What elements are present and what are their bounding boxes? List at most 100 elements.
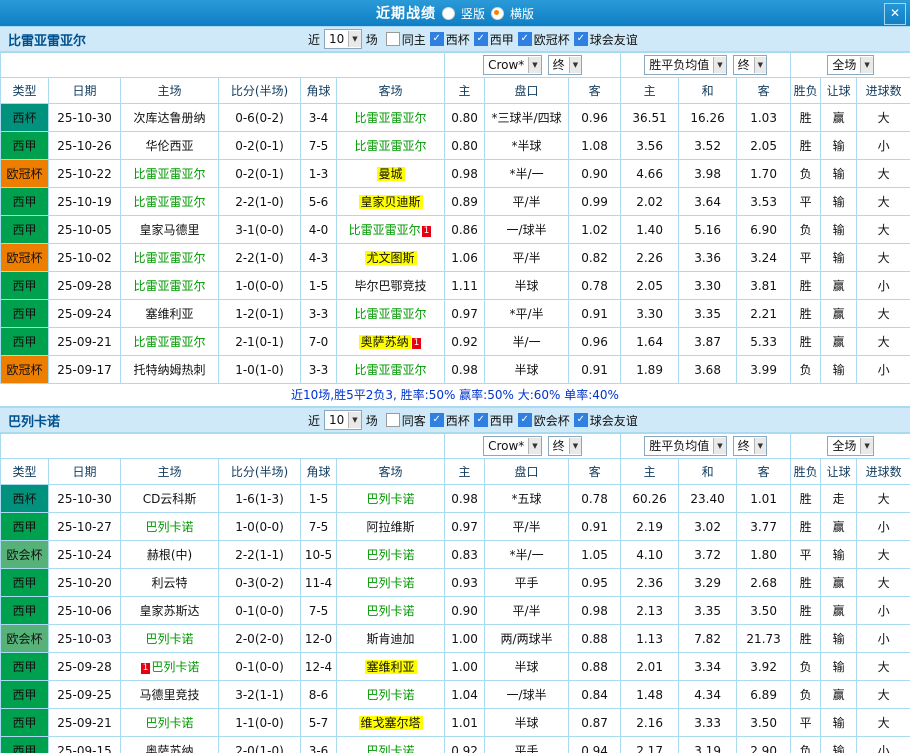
title-bar: 近期战绩 竖版 横版 ✕ [0, 0, 910, 26]
result-cell: 胜 [790, 271, 822, 300]
checkbox-checked-icon[interactable]: ✓ [573, 32, 588, 46]
handicap-cell: 半/一 [484, 327, 570, 356]
filter-checkbox[interactable]: ✓ 欧会杯 [517, 412, 570, 429]
match-date: 25-09-25 [48, 680, 121, 709]
match-count-select[interactable]: 10 ▼ [324, 29, 362, 49]
checkbox-checked-icon[interactable]: ✓ [429, 413, 444, 427]
league-badge: 西甲 [0, 271, 49, 300]
away-team-cell: 尤文图斯 [335, 243, 446, 272]
checkbox-checked-icon[interactable]: ✓ [429, 32, 444, 46]
match-date: 25-10-03 [48, 624, 121, 653]
avg-draw-cell: 3.29 [678, 568, 738, 597]
bookmaker-select[interactable]: Crow* ▼ [483, 55, 542, 75]
home-odds-cell: 0.98 [444, 159, 486, 188]
goals-result-cell: 大 [856, 299, 910, 328]
away-team-cell: 比雷亚雷亚尔 [335, 299, 446, 328]
corners-cell: 1-3 [300, 159, 337, 188]
checkbox-checked-icon[interactable]: ✓ [573, 413, 588, 427]
away-odds-cell: 0.88 [568, 652, 622, 681]
match-row: 西甲 25-10-27 巴列卡诺 1-0(0-0) 7-5 阿拉维斯 0.97 平/半 0.91… [0, 512, 910, 541]
average-final-select[interactable]: 终 ▼ [732, 436, 767, 456]
match-date: 25-10-30 [48, 103, 121, 132]
match-row: 欧会杯 25-10-03 巴列卡诺 2-0(2-0) 12-0 斯肯迪加 1.00 两/两球半… [0, 624, 910, 653]
filter-checkbox-label: 球会友谊 [589, 413, 638, 428]
team-name: 利云特 [151, 576, 188, 590]
checkbox-checked-icon[interactable]: ✓ [473, 32, 488, 46]
home-odds-cell: 0.98 [444, 355, 486, 384]
corners-cell: 7-5 [300, 596, 337, 625]
filter-checkbox[interactable]: ✓ 球会友谊 [573, 31, 638, 48]
result-cell: 胜 [790, 103, 822, 132]
scope-select[interactable]: 全场 ▼ [827, 436, 874, 456]
handicap-result-cell: 赢 [820, 103, 858, 132]
avg-away-cell: 3.77 [736, 512, 792, 541]
goals-result-cell: 小 [856, 512, 910, 541]
column-header: 盘口 [484, 458, 570, 485]
result-cell: 胜 [790, 484, 822, 513]
avg-draw-cell: 7.82 [678, 624, 738, 653]
filter-checkbox[interactable]: ✓ 西杯 [429, 412, 470, 429]
average-final-select[interactable]: 终 ▼ [732, 55, 767, 75]
handicap-result-cell: 输 [820, 159, 858, 188]
filter-checkbox[interactable]: ✓ 西甲 [473, 31, 514, 48]
bookmaker-select[interactable]: Crow* ▼ [483, 436, 542, 456]
team-name: 次库达鲁册纳 [133, 111, 206, 125]
avg-away-cell: 3.99 [736, 355, 792, 384]
summary-row: 近10场,胜5平2负3, 胜率:50% 赢率:50% 大:60% 单率:40% [0, 384, 910, 407]
handicap-result-cell: 输 [820, 187, 858, 216]
avg-draw-cell: 3.87 [678, 327, 738, 356]
corners-cell: 1-5 [300, 484, 337, 513]
avg-home-cell: 2.05 [620, 271, 680, 300]
filter-checkbox-label: 西甲 [489, 413, 514, 428]
close-button[interactable]: ✕ [884, 3, 906, 25]
away-odds-cell: 0.88 [568, 624, 622, 653]
avg-away-cell: 2.05 [736, 131, 792, 160]
match-row: 西杯 25-10-30 CD云科斯 1-6(1-3) 1-5 巴列卡诺 0.98 *五球 0.7… [0, 484, 910, 513]
avg-draw-cell: 3.19 [678, 736, 738, 753]
team-name: 比雷亚雷亚尔 [133, 251, 206, 265]
avg-home-cell: 2.13 [620, 596, 680, 625]
filter-checkbox[interactable]: ✓ 西甲 [473, 412, 514, 429]
checkbox-checked-icon[interactable]: ✓ [517, 32, 532, 46]
column-header: 进球数 [856, 77, 910, 104]
home-odds-cell: 0.80 [444, 131, 486, 160]
checkbox-checked-icon[interactable]: ✓ [517, 413, 532, 427]
average-select[interactable]: 胜平负均值 ▼ [644, 436, 727, 456]
avg-home-cell: 60.26 [620, 484, 680, 513]
vertical-layout-label[interactable]: 竖版 [461, 5, 485, 22]
match-row: 欧冠杯 25-10-02 比雷亚雷亚尔 2-2(1-0) 4-3 尤文图斯 1.06 平/半 0… [0, 243, 910, 272]
scope-selector-cell: 全场 ▼ [790, 52, 910, 78]
corners-cell: 12-4 [300, 652, 337, 681]
filter-checkbox[interactable]: 同主 [385, 31, 426, 48]
league-badge: 西甲 [0, 680, 49, 709]
bookmaker-final-select[interactable]: 终 ▼ [547, 55, 583, 75]
match-date: 25-10-06 [48, 596, 121, 625]
avg-home-cell: 2.16 [620, 708, 680, 737]
filter-checkbox[interactable]: ✓ 球会友谊 [573, 412, 638, 429]
checkbox-checked-icon[interactable]: ✓ [473, 413, 488, 427]
handicap-result-cell: 输 [820, 652, 858, 681]
result-cell: 负 [790, 680, 822, 709]
away-team-cell: 巴列卡诺 [335, 540, 446, 569]
checkbox-unchecked-icon[interactable] [385, 32, 400, 46]
average-select[interactable]: 胜平负均值 ▼ [644, 55, 727, 75]
checkbox-unchecked-icon[interactable] [385, 413, 400, 427]
horizontal-layout-label[interactable]: 横版 [510, 5, 534, 22]
bookmaker-final-select[interactable]: 终 ▼ [547, 436, 583, 456]
handicap-cell: 两/两球半 [484, 624, 570, 653]
vertical-layout-radio[interactable] [441, 6, 455, 20]
horizontal-layout-radio[interactable] [491, 6, 504, 20]
filter-checkbox[interactable]: ✓ 欧冠杯 [517, 31, 570, 48]
filter-checkbox[interactable]: ✓ 西杯 [429, 31, 470, 48]
match-count-select[interactable]: 10 ▼ [324, 410, 362, 430]
scope-select[interactable]: 全场 ▼ [827, 55, 874, 75]
away-odds-cell: 1.08 [568, 131, 622, 160]
filter-checkbox-label: 西杯 [445, 32, 470, 47]
handicap-result-cell: 输 [820, 355, 858, 384]
home-odds-cell: 1.06 [444, 243, 486, 272]
result-cell: 平 [790, 187, 822, 216]
team-name: 比雷亚雷亚尔 [354, 111, 427, 125]
window-title: 近期战绩 [375, 6, 436, 22]
filter-checkbox[interactable]: 同客 [385, 412, 426, 429]
score-cell: 0-2(0-1) [218, 159, 301, 188]
